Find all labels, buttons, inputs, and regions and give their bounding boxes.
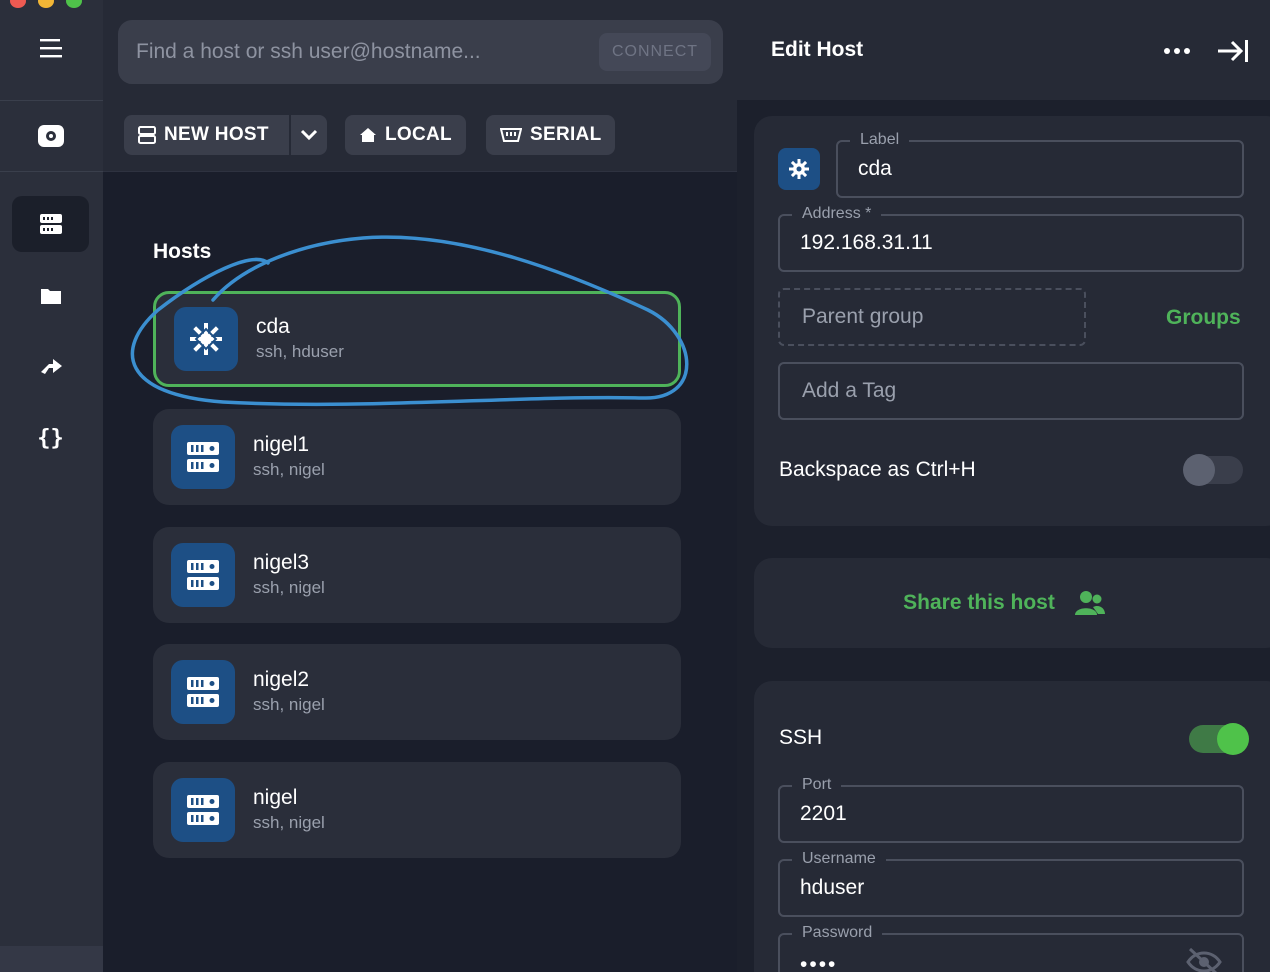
- maximize-window-button[interactable]: [66, 0, 82, 8]
- username-field-value: hduser: [800, 876, 865, 899]
- new-host-button[interactable]: NEW HOST: [124, 115, 289, 155]
- search-bar[interactable]: CONNECT: [118, 20, 723, 84]
- host-card-nigel3[interactable]: nigel3 ssh, nigel: [153, 527, 681, 623]
- sftp-folder-icon[interactable]: [12, 268, 89, 324]
- ssh-label: SSH: [779, 726, 823, 749]
- edit-host-header: Edit Host: [737, 0, 1270, 100]
- port-field[interactable]: Port 2201: [778, 776, 1244, 843]
- label-field-value: cda: [858, 157, 892, 180]
- rail-divider: [0, 100, 103, 101]
- username-field[interactable]: Username hduser: [778, 850, 1244, 917]
- toggle-knob: [1217, 723, 1249, 755]
- username-field-label: Username: [792, 850, 886, 868]
- host-card-cda[interactable]: cda ssh, hduser: [153, 291, 681, 387]
- hosts-toolbar: CONNECT NEW HOST LOCAL SERIAL: [103, 0, 737, 172]
- serial-port-icon: [500, 128, 522, 142]
- port-forwarding-icon[interactable]: [12, 338, 89, 394]
- gear-icon: [789, 159, 809, 179]
- parent-group-placeholder: Parent group: [802, 305, 924, 328]
- host-icon-picker[interactable]: [778, 148, 820, 190]
- more-options-icon[interactable]: [1162, 36, 1192, 71]
- password-field-label: Password: [792, 924, 883, 942]
- rail-divider: [0, 171, 103, 172]
- edit-host-title: Edit Host: [771, 38, 864, 61]
- new-host-label: NEW HOST: [164, 124, 269, 145]
- label-field-label: Label: [850, 131, 910, 149]
- search-input[interactable]: [136, 40, 586, 64]
- host-card-nigel1[interactable]: nigel1 ssh, nigel: [153, 409, 681, 505]
- edit-host-panel: Edit Host Label cda Address * 192.168.31…: [737, 0, 1270, 972]
- minimize-window-button[interactable]: [38, 0, 54, 8]
- host-name: nigel3: [253, 551, 310, 574]
- password-field-value: ••••: [800, 953, 838, 972]
- close-panel-icon[interactable]: [1215, 36, 1251, 71]
- home-icon: [360, 128, 376, 142]
- backspace-toggle-label: Backspace as Ctrl+H: [779, 458, 976, 481]
- tag-field[interactable]: Add a Tag: [778, 362, 1244, 420]
- serial-label: SERIAL: [530, 124, 602, 145]
- general-settings-card: Label cda Address * 192.168.31.11 Parent…: [754, 116, 1270, 526]
- toggle-knob: [1183, 454, 1215, 486]
- close-window-button[interactable]: [10, 0, 26, 8]
- password-field[interactable]: Password ••••: [778, 924, 1244, 972]
- hosts-icon[interactable]: [12, 196, 89, 252]
- server-icon: [171, 425, 235, 489]
- server-icon: [171, 778, 235, 842]
- new-host-dropdown[interactable]: [289, 115, 327, 155]
- menu-icon[interactable]: [12, 20, 89, 76]
- address-field-value: 192.168.31.11: [800, 231, 933, 254]
- local-button[interactable]: LOCAL: [345, 115, 466, 155]
- host-details: ssh, nigel: [253, 813, 325, 832]
- host-name: cda: [256, 315, 290, 338]
- share-host-label: Share this host: [903, 591, 1055, 614]
- centos-icon: [174, 307, 238, 371]
- chevron-down-icon: [300, 129, 318, 141]
- address-field[interactable]: Address * 192.168.31.11: [778, 205, 1244, 272]
- host-card-nigel2[interactable]: nigel2 ssh, nigel: [153, 644, 681, 740]
- side-rail: {}: [0, 0, 103, 972]
- host-name: nigel: [253, 786, 298, 809]
- keychain-icon[interactable]: [12, 108, 89, 164]
- host-card-nigel[interactable]: nigel ssh, nigel: [153, 762, 681, 858]
- host-details: ssh, nigel: [253, 695, 325, 714]
- host-name: nigel2: [253, 668, 310, 691]
- host-details: ssh, hduser: [256, 342, 344, 361]
- connect-button[interactable]: CONNECT: [599, 33, 711, 71]
- users-icon: [1074, 591, 1105, 615]
- host-details: ssh, nigel: [253, 578, 325, 597]
- server-icon: [171, 660, 235, 724]
- server-icon: [138, 126, 156, 144]
- label-field[interactable]: Label cda: [836, 131, 1244, 198]
- hosts-panel: CONNECT NEW HOST LOCAL SERIAL Hosts: [103, 0, 737, 972]
- port-field-value: 2201: [800, 802, 847, 825]
- parent-group-field[interactable]: Parent group: [778, 288, 1086, 346]
- hosts-section-title: Hosts: [153, 240, 212, 263]
- eye-off-icon[interactable]: [1184, 947, 1224, 972]
- server-icon: [171, 543, 235, 607]
- window-controls: [10, 0, 82, 8]
- port-field-label: Port: [792, 776, 842, 794]
- host-details: ssh, nigel: [253, 460, 325, 479]
- backspace-toggle[interactable]: [1183, 454, 1243, 486]
- local-label: LOCAL: [385, 124, 452, 145]
- address-field-label: Address *: [792, 205, 882, 223]
- serial-button[interactable]: SERIAL: [486, 115, 616, 155]
- ssh-settings-card: SSH Port 2201 Username hduser Password •…: [754, 681, 1270, 972]
- share-host-card[interactable]: Share this host: [754, 558, 1270, 648]
- groups-link[interactable]: Groups: [1166, 306, 1241, 330]
- tag-field-placeholder: Add a Tag: [802, 379, 897, 402]
- snippets-icon[interactable]: {}: [12, 410, 89, 466]
- ssh-toggle[interactable]: [1189, 723, 1249, 755]
- host-name: nigel1: [253, 433, 310, 456]
- rail-footer: [0, 946, 103, 972]
